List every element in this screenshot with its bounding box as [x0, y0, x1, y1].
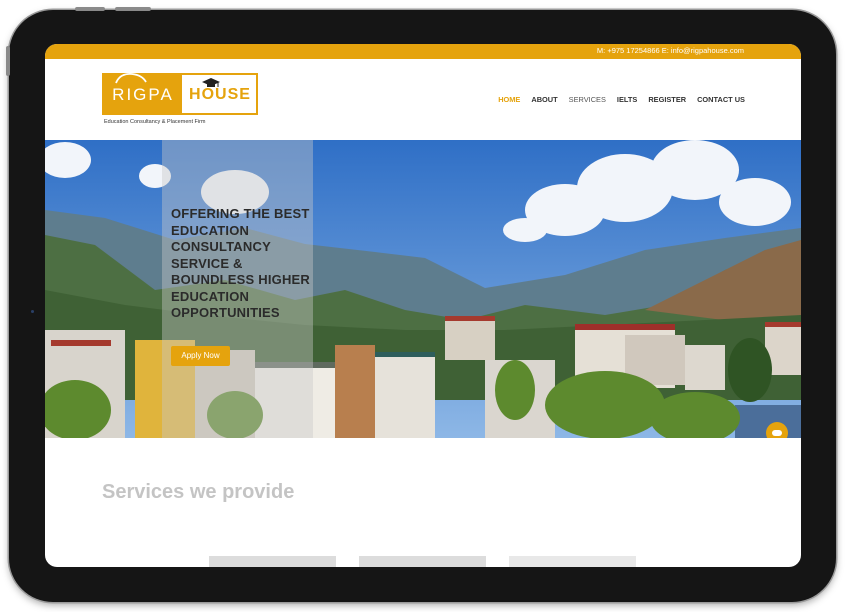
tablet-camera [31, 310, 34, 313]
nav-item-home[interactable]: HOME [498, 95, 520, 104]
apply-now-button[interactable]: Apply Now [171, 346, 230, 366]
logo-right-block: HOUSE [184, 75, 256, 113]
service-card[interactable] [209, 556, 336, 567]
logo-tagline: Education Consultancy & Placement Firm [104, 119, 206, 125]
logo-rigpa-text: RIGPA [112, 85, 174, 104]
contact-info: M: +975 17254866 E: info@rigpahouse.com [596, 46, 744, 55]
top-bar: M: +975 17254866 E: info@rigpahouse.com [45, 44, 801, 59]
services-heading: Services we provide [102, 481, 295, 503]
logo-house-text: HOUSE [189, 86, 251, 103]
logo-left-block: RIGPA [104, 73, 182, 113]
main-nav: HOME ABOUT SERVICES IELTS REGISTER CONTA… [498, 95, 745, 104]
tablet-volume-button [115, 7, 151, 11]
graduation-cap-icon [202, 78, 220, 87]
nav-item-services[interactable]: SERVICES [569, 95, 606, 104]
chat-button[interactable] [766, 422, 788, 438]
nav-item-about[interactable]: ABOUT [531, 95, 557, 104]
hero-title: OFFERING THE BEST EDUCATION CONSULTANCY … [171, 206, 310, 320]
hero-banner: OFFERING THE BEST EDUCATION CONSULTANCY … [45, 140, 801, 438]
hero-background-image [45, 140, 801, 438]
browser-screen: M: +975 17254866 E: info@rigpahouse.com … [45, 44, 801, 567]
nav-item-register[interactable]: REGISTER [648, 95, 686, 104]
chat-icon [772, 430, 782, 436]
nav-item-contact-us[interactable]: CONTACT US [697, 95, 745, 104]
service-card[interactable] [509, 556, 636, 567]
tablet-side-button [6, 46, 10, 76]
site-header: RIGPA HOUSE Education Consultancy & Plac… [45, 59, 801, 140]
tablet-power-button [75, 7, 105, 11]
logo-swoosh-icon [115, 73, 147, 84]
logo[interactable]: RIGPA HOUSE [102, 73, 258, 115]
nav-item-ielts[interactable]: IELTS [617, 95, 637, 104]
service-card[interactable] [359, 556, 486, 567]
